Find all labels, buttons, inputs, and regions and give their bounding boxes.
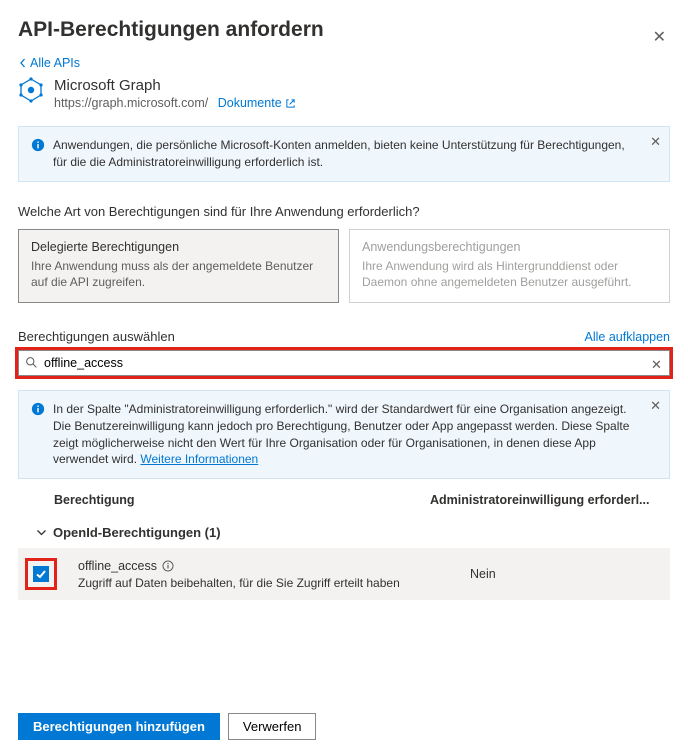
add-permissions-button[interactable]: Berechtigungen hinzufügen xyxy=(18,713,220,740)
select-permissions-label: Berechtigungen auswählen xyxy=(18,329,175,344)
col-admin-consent: Administratoreinwilligung erforderl... xyxy=(430,493,660,507)
check-icon xyxy=(35,568,47,580)
more-info-link[interactable]: Weitere Informationen xyxy=(140,452,258,466)
info-icon xyxy=(31,402,45,416)
column-headers: Berechtigung Administratoreinwilligung e… xyxy=(18,479,670,517)
info-icon xyxy=(31,138,45,152)
col-permission: Berechtigung xyxy=(54,493,430,507)
delegated-desc: Ihre Anwendung muss als der angemeldete … xyxy=(31,258,326,290)
app-desc: Ihre Anwendung wird als Hintergrunddiens… xyxy=(362,258,657,290)
permission-type-question: Welche Art von Berechtigungen sind für I… xyxy=(18,204,670,219)
permission-row-offline-access[interactable]: offline_access Zugriff auf Daten beibeha… xyxy=(18,548,670,600)
clear-search-icon[interactable]: ✕ xyxy=(651,357,663,369)
chevron-left-icon xyxy=(18,58,28,68)
permission-description: Zugriff auf Daten beibehalten, für die S… xyxy=(78,576,470,590)
api-url: https://graph.microsoft.com/ xyxy=(54,96,208,110)
dismiss-admin-banner-icon[interactable]: ✕ xyxy=(650,397,661,415)
external-link-icon xyxy=(285,98,296,109)
permission-checkbox[interactable] xyxy=(33,566,49,582)
documents-link[interactable]: Dokumente xyxy=(218,96,296,110)
back-label: Alle APIs xyxy=(30,56,80,70)
admin-consent-banner: In der Spalte "Administratoreinwilligung… xyxy=(18,390,670,479)
documents-label: Dokumente xyxy=(218,96,282,110)
search-input[interactable] xyxy=(38,356,651,370)
discard-button[interactable]: Verwerfen xyxy=(228,713,317,740)
openid-group-row[interactable]: OpenId-Berechtigungen (1) xyxy=(18,517,670,548)
admin-banner-text: In der Spalte "Administratoreinwilligung… xyxy=(53,401,639,468)
group-label: OpenId-Berechtigungen (1) xyxy=(53,525,221,540)
close-icon[interactable]: ✕ xyxy=(649,23,670,51)
app-title: Anwendungsberechtigungen xyxy=(362,240,657,254)
permission-admin-value: Nein xyxy=(470,567,660,581)
microsoft-graph-icon xyxy=(18,77,44,103)
back-all-apis-link[interactable]: Alle APIs xyxy=(18,56,80,70)
delegated-permissions-card[interactable]: Delegierte Berechtigungen Ihre Anwendung… xyxy=(18,229,339,303)
banner-text: Anwendungen, die persönliche Microsoft-K… xyxy=(53,137,639,171)
search-icon xyxy=(25,356,38,369)
expand-all-link[interactable]: Alle aufklappen xyxy=(585,330,670,344)
page-title: API-Berechtigungen anfordern xyxy=(18,18,324,42)
info-icon[interactable] xyxy=(162,560,174,572)
application-permissions-card[interactable]: Anwendungsberechtigungen Ihre Anwendung … xyxy=(349,229,670,303)
personal-accounts-banner: Anwendungen, die persönliche Microsoft-K… xyxy=(18,126,670,182)
delegated-title: Delegierte Berechtigungen xyxy=(31,240,326,254)
search-input-wrapper[interactable]: ✕ xyxy=(18,350,670,376)
dismiss-banner-icon[interactable]: ✕ xyxy=(650,133,661,151)
permission-name: offline_access xyxy=(78,559,157,573)
chevron-down-icon xyxy=(36,527,47,538)
api-name: Microsoft Graph xyxy=(54,77,296,94)
